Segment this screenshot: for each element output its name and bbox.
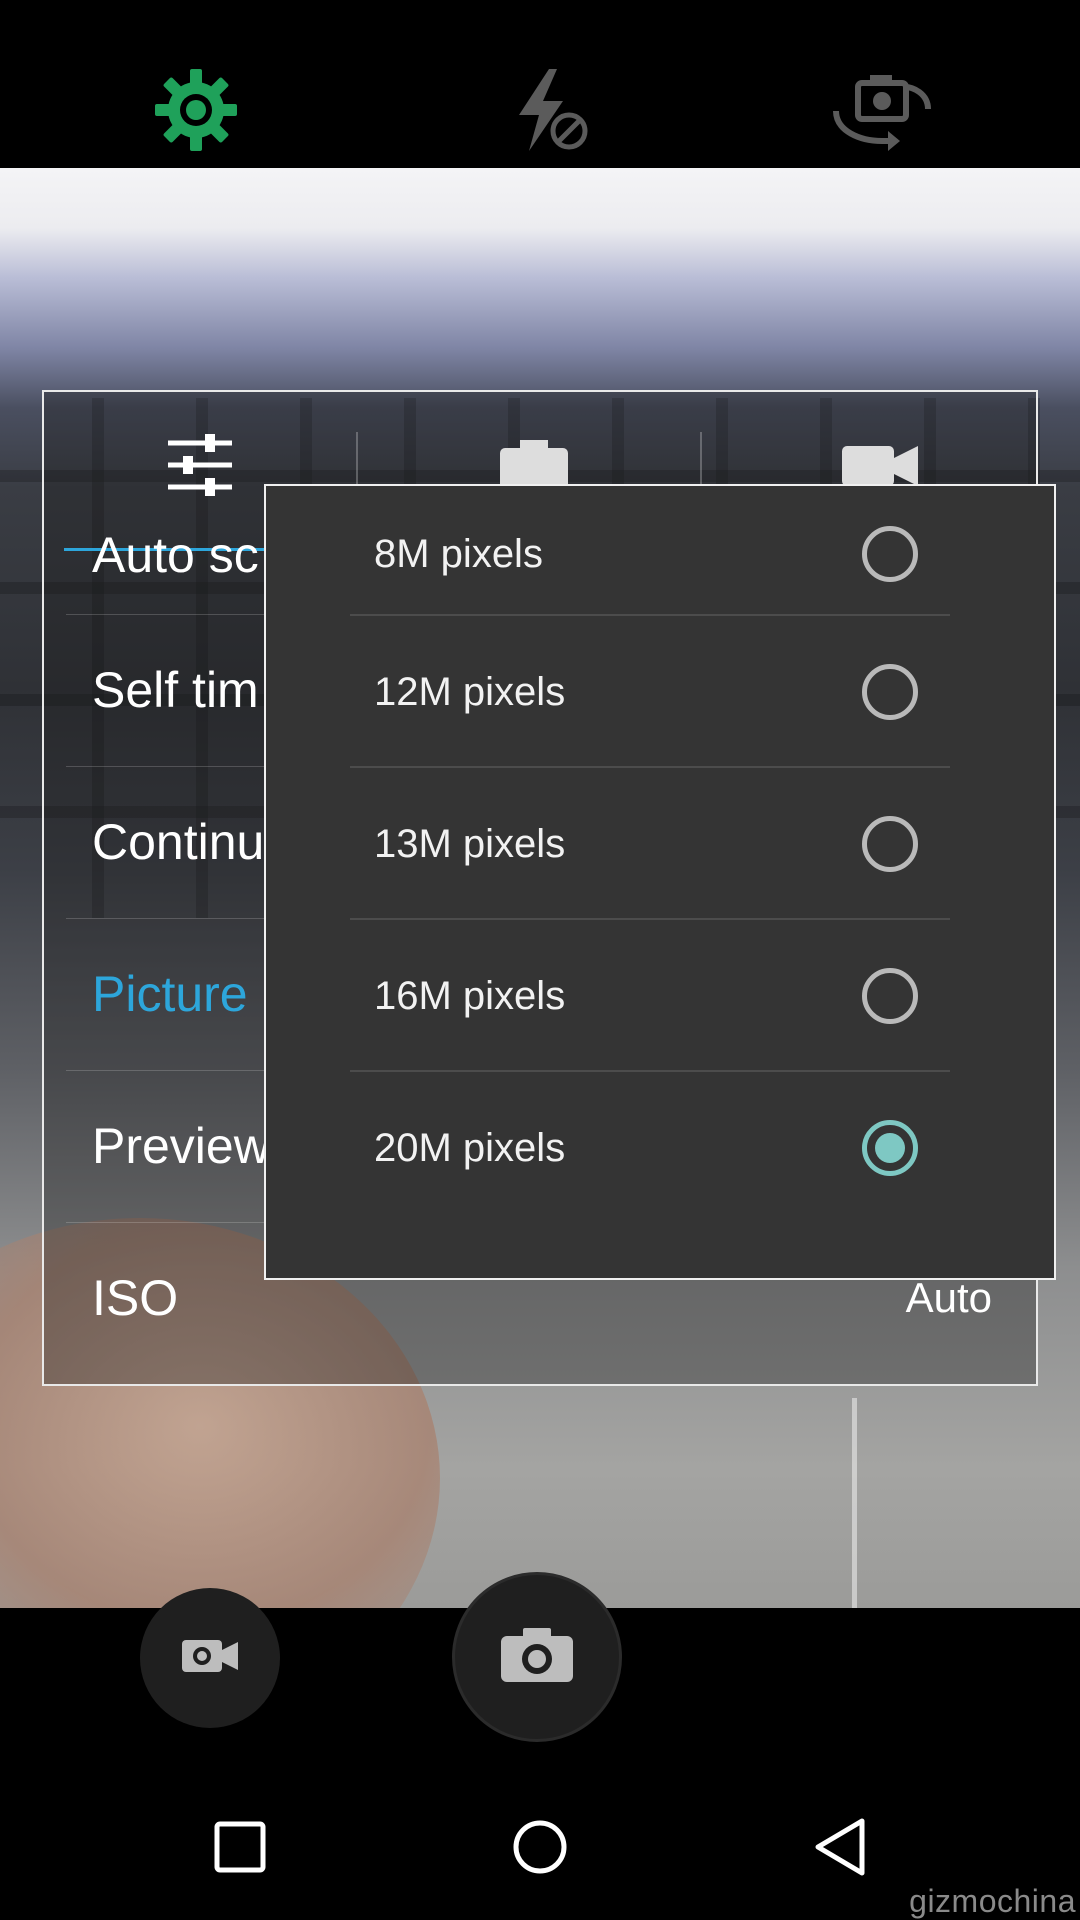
home-icon xyxy=(512,1819,568,1880)
option-label: 13M pixels xyxy=(374,821,566,866)
radio-button[interactable] xyxy=(862,968,918,1024)
camera-icon xyxy=(499,1626,575,1689)
option-20m[interactable]: 20M pixels xyxy=(350,1072,950,1224)
camera-screen: Auto sc Self tim Continu Picture Preview… xyxy=(0,0,1080,1920)
radio-button[interactable] xyxy=(862,816,918,872)
watermark: gizmochina xyxy=(909,1883,1076,1919)
option-13m[interactable]: 13M pixels xyxy=(350,768,950,920)
switch-camera-button[interactable] xyxy=(822,50,942,170)
radio-button[interactable] xyxy=(862,664,918,720)
option-label: 16M pixels xyxy=(374,973,566,1018)
setting-label: Auto sc xyxy=(92,527,259,583)
top-bar xyxy=(0,0,1080,168)
recents-icon xyxy=(214,1821,266,1878)
option-label: 20M pixels xyxy=(374,1125,566,1170)
gear-icon xyxy=(153,67,239,153)
radio-button[interactable] xyxy=(862,526,918,582)
option-16m[interactable]: 16M pixels xyxy=(350,920,950,1072)
video-icon xyxy=(180,1636,240,1681)
viewfinder-edge-highlight xyxy=(852,1398,857,1608)
camera-switch-icon xyxy=(830,65,934,155)
setting-label: ISO xyxy=(92,1270,179,1326)
option-label: 8M pixels xyxy=(374,531,543,576)
recents-button[interactable] xyxy=(160,1778,320,1920)
record-video-button[interactable] xyxy=(140,1588,280,1728)
back-button[interactable] xyxy=(760,1778,920,1920)
option-label: 12M pixels xyxy=(374,669,566,714)
setting-label: Continu xyxy=(92,814,265,870)
radio-button-selected[interactable] xyxy=(862,1120,918,1176)
option-8m[interactable]: 8M pixels xyxy=(350,486,950,630)
flash-off-icon xyxy=(505,65,595,155)
option-12m[interactable]: 12M pixels xyxy=(350,616,950,768)
back-icon xyxy=(812,1817,868,1882)
home-button[interactable] xyxy=(460,1778,620,1920)
setting-value: Auto xyxy=(905,1274,992,1321)
picture-size-popup: 8M pixels 12M pixels 13M pixels 16M pixe… xyxy=(264,484,1056,1280)
flash-button[interactable] xyxy=(490,50,610,170)
setting-label: Self tim xyxy=(92,662,259,718)
setting-label: Picture xyxy=(92,966,248,1022)
settings-button[interactable] xyxy=(136,50,256,170)
shutter-button[interactable] xyxy=(452,1572,622,1742)
setting-label: Preview xyxy=(92,1118,270,1174)
